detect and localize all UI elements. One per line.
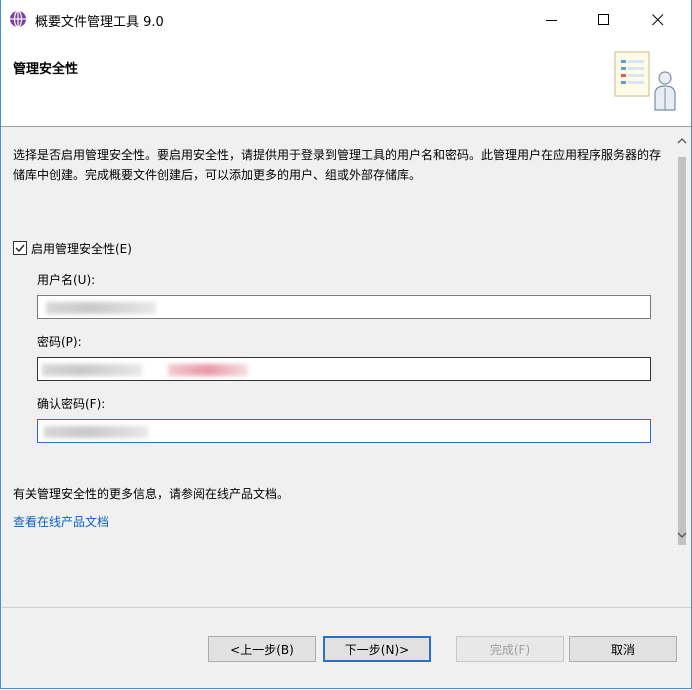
checkmark-icon [15, 244, 25, 253]
enable-security-label: 启用管理安全性(E) [31, 241, 132, 256]
close-icon [652, 14, 664, 26]
vertical-scrollbar[interactable] [673, 127, 691, 607]
cancel-button[interactable]: 取消 [569, 636, 677, 662]
next-button[interactable]: 下一步(N)> [323, 636, 431, 662]
wizard-footer: <上一步(B) 下一步(N)> 完成(F) 取消 [1, 608, 691, 688]
app-globe-icon [9, 10, 27, 28]
confirm-password-field[interactable] [37, 419, 651, 443]
password-field[interactable] [37, 357, 651, 381]
scroll-up-icon[interactable] [677, 137, 687, 145]
redacted-confirm-password [44, 426, 148, 438]
user-security-icon [613, 48, 683, 114]
finish-button[interactable]: 完成(F) [456, 636, 564, 662]
redacted-password-extra [168, 364, 248, 376]
enable-security-checkbox-row[interactable]: 启用管理安全性(E) [13, 239, 132, 257]
minimize-button[interactable] [529, 0, 575, 38]
content-panel: 选择是否启用管理安全性。要启用安全性，请提供用于登录到管理工具的用户名和密码。此… [1, 127, 673, 607]
online-docs-link[interactable]: 查看在线产品文档 [13, 513, 109, 530]
info-text: 有关管理安全性的更多信息，请参阅在线产品文档。 [13, 487, 290, 501]
username-label: 用户名(U): [37, 273, 96, 287]
wizard-header: 管理安全性 [1, 38, 691, 126]
username-field[interactable] [37, 295, 651, 319]
minimize-icon [546, 20, 557, 21]
scroll-down-icon[interactable] [677, 531, 687, 539]
password-label: 密码(P): [37, 335, 82, 349]
window-title: 概要文件管理工具 9.0 [35, 15, 164, 30]
wizard-window: 概要文件管理工具 9.0 管理安全性 选择是否启用管理安全性。要启用安全性，请提… [0, 0, 692, 689]
page-title: 管理安全性 [13, 62, 79, 77]
maximize-icon [598, 14, 609, 25]
redacted-password [42, 364, 142, 376]
enable-security-checkbox[interactable] [13, 241, 27, 255]
maximize-button[interactable] [581, 0, 627, 38]
description-text: 选择是否启用管理安全性。要启用安全性，请提供用于登录到管理工具的用户名和密码。此… [13, 148, 662, 182]
back-button[interactable]: <上一步(B) [208, 636, 316, 662]
scroll-thumb[interactable] [678, 157, 686, 545]
close-button[interactable] [635, 0, 681, 38]
title-bar: 概要文件管理工具 9.0 [1, 0, 691, 38]
confirm-password-label: 确认密码(F): [37, 397, 106, 411]
redacted-username [46, 302, 156, 314]
